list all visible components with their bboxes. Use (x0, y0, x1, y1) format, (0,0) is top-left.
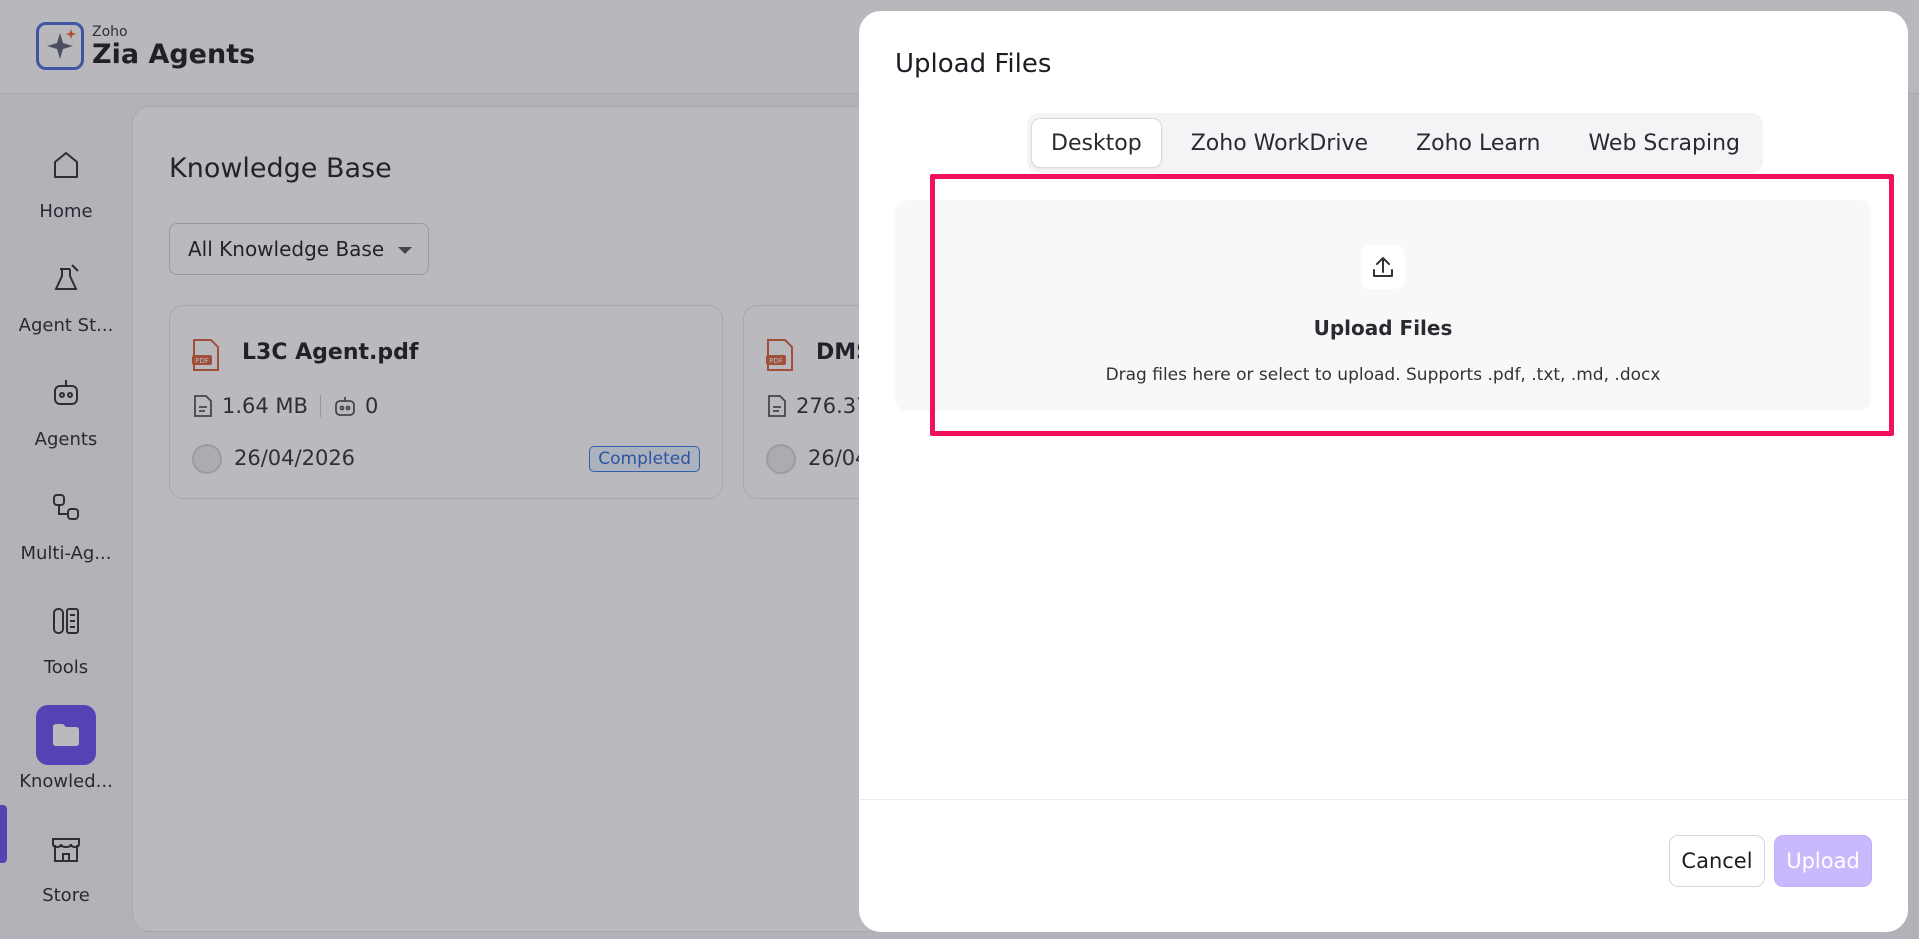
file-dropzone[interactable]: Upload Files Drag files here or select t… (895, 200, 1871, 411)
modal-title: Upload Files (895, 49, 1052, 79)
tab-zoho-learn[interactable]: Zoho Learn (1397, 118, 1559, 168)
tab-desktop[interactable]: Desktop (1031, 118, 1162, 168)
dropzone-subtitle: Drag files here or select to upload. Sup… (1105, 365, 1661, 385)
tab-zoho-workdrive[interactable]: Zoho WorkDrive (1172, 118, 1387, 168)
upload-button[interactable]: Upload (1774, 835, 1872, 887)
upload-files-modal: Upload Files Desktop Zoho WorkDrive Zoho… (859, 11, 1908, 932)
upload-icon (1361, 245, 1405, 289)
dropzone-title: Upload Files (1313, 316, 1453, 340)
footer-divider (859, 799, 1908, 800)
cancel-button[interactable]: Cancel (1669, 835, 1765, 887)
tab-web-scraping[interactable]: Web Scraping (1569, 118, 1759, 168)
upload-source-tabs: Desktop Zoho WorkDrive Zoho Learn Web Sc… (1027, 113, 1763, 173)
